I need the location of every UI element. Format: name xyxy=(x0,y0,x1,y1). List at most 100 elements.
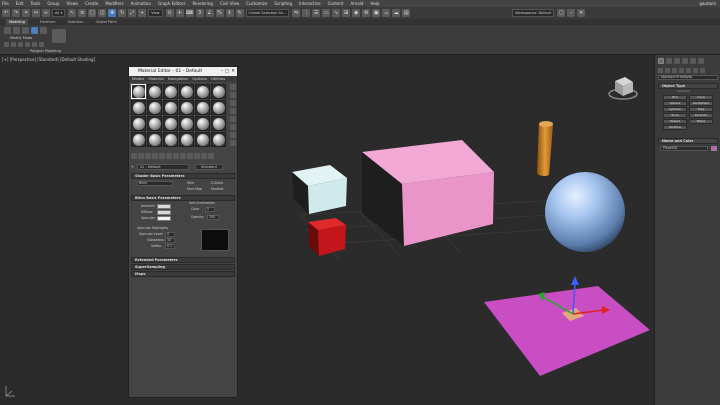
window-close-icon[interactable]: ✕ xyxy=(577,9,586,17)
primitive-category-dropdown[interactable]: Standard Primitives xyxy=(658,75,718,80)
object-color-swatch[interactable] xyxy=(711,146,717,151)
select-manipulate-icon[interactable]: ✛ xyxy=(175,9,184,17)
ribbon-tool-icon[interactable] xyxy=(40,27,47,34)
toggle-ribbon-icon[interactable]: ▭ xyxy=(322,9,331,17)
reference-coordinate-dropdown[interactable]: View xyxy=(148,9,163,17)
red-box[interactable] xyxy=(308,218,346,256)
make-unique-icon[interactable] xyxy=(166,153,172,159)
menu-arnold[interactable]: Arnold xyxy=(350,1,363,6)
sample-slot[interactable] xyxy=(147,116,162,131)
ribbon-tool-icon[interactable] xyxy=(13,27,20,34)
unlink-icon[interactable]: ⚯ xyxy=(32,9,40,17)
face-map-checkbox-label[interactable]: Face Map xyxy=(187,187,202,191)
named-selection-dropdown[interactable]: Create Selection Se... xyxy=(245,9,290,17)
menu-modifiers[interactable]: Modifiers xyxy=(105,1,123,6)
sample-slot[interactable] xyxy=(211,116,226,131)
mirror-icon[interactable]: ⇋ xyxy=(292,9,301,17)
select-rotate-icon[interactable]: ↻ xyxy=(118,9,127,17)
menu-material[interactable]: Material xyxy=(148,76,163,82)
ribbon-subtool-icon[interactable] xyxy=(18,42,23,47)
blue-sphere[interactable] xyxy=(545,172,625,252)
perspective-viewport[interactable] xyxy=(0,56,654,405)
sample-slot[interactable] xyxy=(179,100,194,115)
cameras-icon[interactable] xyxy=(679,68,684,73)
put-to-library-icon[interactable] xyxy=(173,153,179,159)
layer-explorer-icon[interactable]: ☰ xyxy=(312,9,321,17)
reset-map-icon[interactable] xyxy=(152,153,158,159)
maps-rollout[interactable]: Maps xyxy=(131,271,235,277)
menu-edit[interactable]: Edit xyxy=(16,1,24,6)
show-end-result-icon[interactable] xyxy=(194,153,200,159)
systems-icon[interactable] xyxy=(700,68,705,73)
sample-slot[interactable] xyxy=(163,84,178,99)
display-tab-icon[interactable] xyxy=(690,58,696,64)
keyboard-shortcut-icon[interactable]: ⌨ xyxy=(185,9,194,17)
window-minimize-icon[interactable]: – xyxy=(567,9,576,17)
snaps-toggle-icon[interactable]: 3 xyxy=(195,9,204,17)
make-preview-icon[interactable] xyxy=(230,124,236,130)
ribbon-tool-icon[interactable] xyxy=(4,27,11,34)
shapes-icon[interactable] xyxy=(665,68,670,73)
menu-scripting[interactable]: Scripting xyxy=(274,1,292,6)
magenta-plane[interactable] xyxy=(484,286,650,376)
show-shaded-material-icon[interactable] xyxy=(187,153,193,159)
specular-color-swatch[interactable] xyxy=(157,216,171,221)
redo-icon[interactable]: ↷ xyxy=(12,9,20,17)
lights-icon[interactable] xyxy=(672,68,677,73)
maximize-icon[interactable]: □ xyxy=(225,67,229,76)
ribbon-tool-icon[interactable] xyxy=(31,27,38,34)
menu-civil-view[interactable]: Civil View xyxy=(220,1,239,6)
menu-interactive[interactable]: Interactive xyxy=(299,1,321,6)
sample-slot[interactable] xyxy=(147,132,162,147)
soften-field[interactable]: 0.1 xyxy=(165,244,175,249)
render-in-cloud-icon[interactable]: ☁ xyxy=(392,9,401,17)
selection-filter-dropdown[interactable]: All ▾ xyxy=(52,9,66,17)
object-name-field[interactable]: Plane001 xyxy=(660,146,708,151)
close-icon[interactable]: ✕ xyxy=(231,67,235,76)
sample-slot[interactable] xyxy=(163,100,178,115)
menu-rendering[interactable]: Rendering xyxy=(193,1,213,6)
sphere-button[interactable]: Sphere xyxy=(663,101,687,106)
assign-to-selection-icon[interactable] xyxy=(145,153,151,159)
sample-slot[interactable] xyxy=(179,132,194,147)
cylinder-button[interactable]: Cylinder xyxy=(663,107,687,112)
menu-graph-editors[interactable]: Graph Editors xyxy=(158,1,185,6)
material-editor-icon[interactable]: ◉ xyxy=(352,9,361,17)
material-name-field[interactable]: 01 - Default xyxy=(136,164,189,170)
menu-file[interactable]: File xyxy=(2,1,9,6)
extended-parameters-rollout[interactable]: Extended Parameters xyxy=(131,257,235,263)
wire-checkbox-label[interactable]: Wire xyxy=(187,181,194,185)
menu-tools[interactable]: Tools xyxy=(30,1,40,6)
menu-utilities[interactable]: Utilities xyxy=(211,76,225,82)
schematic-view-icon[interactable]: ⊞ xyxy=(342,9,351,17)
align-icon[interactable]: ⫶ xyxy=(302,9,311,17)
faceted-checkbox-label[interactable]: Faceted xyxy=(211,187,223,191)
eyedropper-icon[interactable]: ✎ xyxy=(131,165,134,169)
put-to-scene-icon[interactable] xyxy=(138,153,144,159)
ribbon-subtool-icon[interactable] xyxy=(11,42,16,47)
teapot-button[interactable]: Teapot xyxy=(663,119,687,124)
undo-icon[interactable]: ↶ xyxy=(2,9,10,17)
sample-slot[interactable] xyxy=(195,100,210,115)
viewcube[interactable] xyxy=(605,73,641,105)
menu-views[interactable]: Views xyxy=(67,1,79,6)
shader-basic-parameters-rollout[interactable]: Shader Basic Parameters xyxy=(131,173,235,179)
sample-slot[interactable] xyxy=(179,116,194,131)
sample-slot[interactable] xyxy=(131,100,146,115)
create-tab-icon[interactable] xyxy=(658,58,664,64)
spinner-snap-icon[interactable]: ⇕ xyxy=(225,9,234,17)
name-and-color-rollout[interactable]: Name and Color xyxy=(658,138,718,144)
hierarchy-tab-icon[interactable] xyxy=(674,58,680,64)
textplus-button[interactable]: TextPlus xyxy=(663,125,687,130)
link-icon[interactable]: ⚭ xyxy=(22,9,30,17)
orange-cylinder[interactable] xyxy=(537,121,553,176)
menu-navigation[interactable]: Navigation xyxy=(168,76,188,82)
a360-gallery-icon[interactable]: ▤ xyxy=(402,9,411,17)
material-type-button[interactable]: Standard xyxy=(194,164,223,170)
sample-slot[interactable] xyxy=(211,100,226,115)
make-copy-icon[interactable] xyxy=(159,153,165,159)
menu-help[interactable]: Help xyxy=(370,1,379,6)
render-production-icon[interactable]: ☕ xyxy=(382,9,391,17)
self-illum-color-label[interactable]: Color xyxy=(191,207,199,211)
sample-slot[interactable] xyxy=(163,132,178,147)
